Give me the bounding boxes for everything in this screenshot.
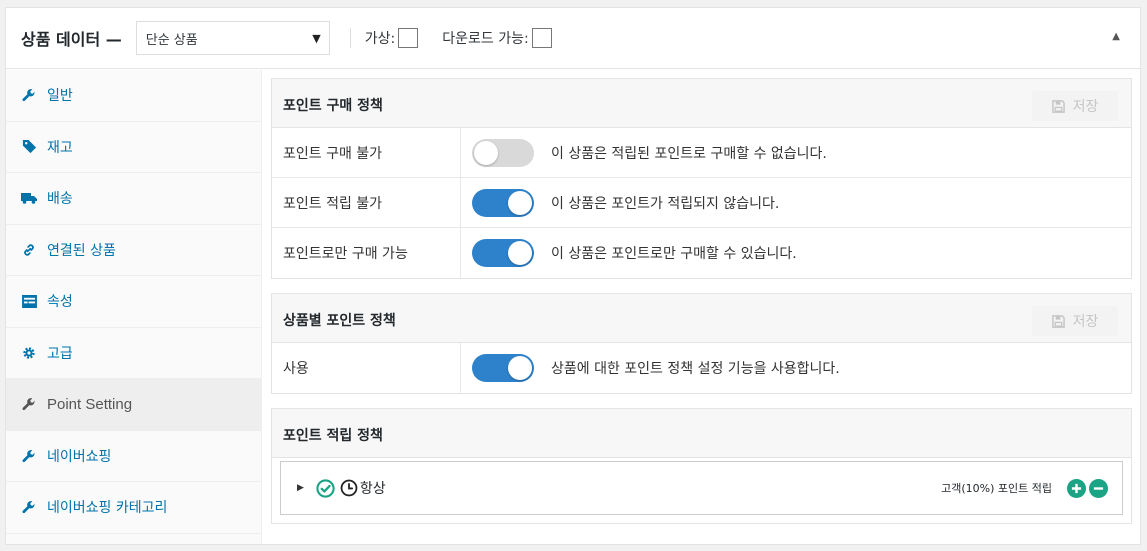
list-icon: [21, 293, 37, 309]
tab-label: 배송: [47, 191, 73, 208]
wrench-icon: [21, 499, 37, 515]
row-description: 상품에 대한 포인트 정책 설정 기능을 사용합니다.: [551, 361, 840, 377]
row-field: 이 상품은 적립된 포인트로 구매할 수 없습니다.: [461, 128, 1131, 177]
downloadable-checkbox[interactable]: [531, 28, 552, 48]
floppy-disk-icon: [1051, 314, 1065, 328]
link-icon: [21, 242, 37, 258]
row-label: 포인트 구매 불가: [272, 128, 461, 177]
row-label: 포인트로만 구매 가능: [272, 228, 461, 278]
toggle-knob: [474, 140, 498, 165]
tab-label: 네이버쇼핑 카테고리: [47, 500, 168, 517]
row-description: 이 상품은 적립된 포인트로 구매할 수 없습니다.: [551, 145, 827, 162]
product-data-tabs: 일반 재고 배송 연결된 상품 속성 고급 Point Setting 네이버쇼…: [6, 70, 262, 544]
tab-label: 속성: [47, 294, 73, 311]
row-description: 이 상품은 포인트가 적립되지 않습니다.: [551, 195, 780, 212]
tab-shipping[interactable]: 배송: [6, 173, 261, 225]
expand-caret-icon[interactable]: ▶: [297, 483, 304, 493]
save-button[interactable]: 저장: [1032, 91, 1118, 121]
save-button[interactable]: 저장: [1032, 306, 1118, 336]
setting-row: 사용 상품에 대한 포인트 정책 설정 기능을 사용합니다.: [272, 343, 1131, 393]
earn-rule-summary: 고객(10%) 포인트 적립: [941, 482, 1052, 495]
wrench-icon: [21, 448, 37, 464]
point-setting-content: 포인트 구매 정책 저장 포인트 구매 불가 이 상품은 적립된 포인트로 구매…: [263, 70, 1140, 544]
product-policy-section: 상품별 포인트 정책 저장 사용 상품에 대한 포인트 정책 설정 기능을 사용…: [271, 293, 1132, 394]
tab-advanced[interactable]: 고급: [6, 328, 261, 379]
row-label: 사용: [272, 343, 461, 393]
setting-row: 포인트로만 구매 가능 이 상품은 포인트로만 구매할 수 있습니다.: [272, 228, 1131, 278]
row-field: 상품에 대한 포인트 정책 설정 기능을 사용합니다.: [461, 343, 1131, 393]
earn-rule-label: 항상: [359, 481, 386, 497]
product-data-title: 상품 데이터 —: [21, 30, 122, 49]
gear-icon: [21, 345, 37, 361]
earn-rule-left: ▶ 항상: [297, 478, 386, 498]
toggle-knob: [508, 356, 532, 380]
earn-rule-item: ▶ 항상 고객(10%) 포인트 적립: [280, 461, 1123, 515]
earn-policy-section: 포인트 적립 정책 ▶ 항상 고객(10%) 포인트 적립: [271, 408, 1132, 524]
wrench-icon: [21, 396, 37, 412]
dropdown-arrow-icon: ▼: [312, 31, 321, 45]
remove-rule-icon[interactable]: [1089, 478, 1108, 498]
save-label: 저장: [1072, 314, 1099, 330]
tab-label: 고급: [47, 345, 73, 362]
row-label: 포인트 적립 불가: [272, 178, 461, 227]
tab-inventory[interactable]: 재고: [6, 122, 261, 173]
section-title: 상품별 포인트 정책: [283, 313, 396, 329]
earn-rule-right: 고객(10%) 포인트 적립: [941, 478, 1108, 498]
virtual-label: 가상:: [364, 31, 396, 47]
virtual-checkbox[interactable]: [398, 28, 419, 48]
row-field: 이 상품은 포인트가 적립되지 않습니다.: [461, 178, 1131, 227]
downloadable-label: 다운로드 가능:: [442, 31, 529, 47]
tab-naver-shopping[interactable]: 네이버쇼핑: [6, 431, 261, 482]
product-type-value: 단순 상품: [145, 32, 198, 48]
no-point-purchase-toggle[interactable]: [472, 138, 534, 167]
product-type-select[interactable]: 단순 상품 ▼: [135, 21, 330, 55]
section-header: 포인트 구매 정책 저장: [272, 79, 1131, 128]
tab-label: 네이버쇼핑: [47, 448, 112, 465]
tab-label: Point Setting: [47, 395, 133, 413]
toggle-knob: [508, 190, 532, 215]
setting-row: 포인트 적립 불가 이 상품은 포인트가 적립되지 않습니다.: [272, 178, 1131, 228]
clock-icon: [340, 479, 358, 497]
section-header: 상품별 포인트 정책 저장: [272, 294, 1131, 343]
row-field: 이 상품은 포인트로만 구매할 수 있습니다.: [461, 228, 1131, 278]
purchase-policy-section: 포인트 구매 정책 저장 포인트 구매 불가 이 상품은 적립된 포인트로 구매…: [271, 78, 1132, 279]
tag-icon: [21, 139, 37, 155]
save-label: 저장: [1072, 99, 1099, 115]
tab-general[interactable]: 일반: [6, 70, 261, 122]
row-description: 이 상품은 포인트로만 구매할 수 있습니다.: [551, 246, 797, 262]
tab-label: 연결된 상품: [47, 242, 116, 259]
collapse-toggle-icon[interactable]: ▲: [1112, 31, 1120, 42]
truck-icon: [21, 190, 37, 206]
section-header: 포인트 적립 정책: [272, 409, 1131, 458]
header-divider: [349, 28, 351, 48]
section-title: 포인트 적립 정책: [283, 428, 383, 444]
point-only-purchase-toggle[interactable]: [472, 239, 534, 267]
tab-label: 일반: [47, 88, 73, 105]
tab-naver-shopping-category[interactable]: 네이버쇼핑 카테고리: [6, 482, 261, 534]
add-rule-icon[interactable]: [1067, 478, 1086, 498]
tab-attributes[interactable]: 속성: [6, 276, 261, 328]
check-circle-icon: [316, 478, 335, 498]
wrench-icon: [21, 87, 37, 103]
setting-row: 포인트 구매 불가 이 상품은 적립된 포인트로 구매할 수 없습니다.: [272, 128, 1131, 178]
toggle-knob: [508, 241, 532, 265]
section-title: 포인트 구매 정책: [283, 98, 383, 114]
enable-product-policy-toggle[interactable]: [472, 354, 534, 382]
tab-linked-products[interactable]: 연결된 상품: [6, 225, 261, 276]
no-point-earn-toggle[interactable]: [472, 188, 534, 217]
tab-point-setting[interactable]: Point Setting: [6, 379, 261, 431]
product-data-header: 상품 데이터 — 단순 상품 ▼ 가상: 다운로드 가능: ▲: [6, 8, 1140, 69]
floppy-disk-icon: [1051, 99, 1065, 113]
product-data-panel: 상품 데이터 — 단순 상품 ▼ 가상: 다운로드 가능: ▲ 일반 재고 배송…: [5, 7, 1141, 545]
tab-label: 재고: [47, 139, 73, 156]
